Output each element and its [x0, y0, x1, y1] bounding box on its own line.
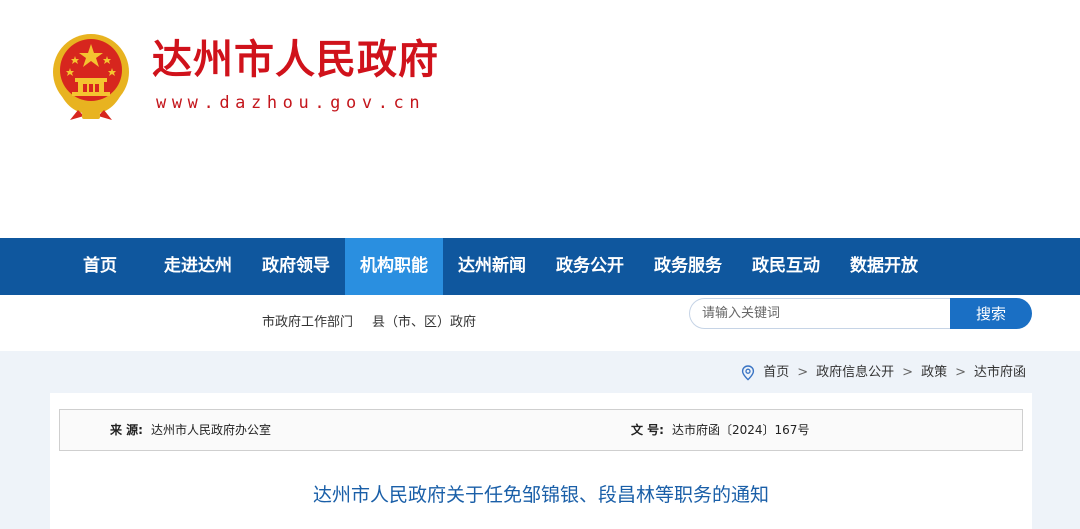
search-box: [689, 298, 951, 329]
breadcrumb-separator: >: [902, 365, 914, 380]
site-url: www.dazhou.gov.cn: [156, 93, 426, 113]
breadcrumb-separator: >: [955, 365, 966, 380]
document-number-value: 达市府函〔2024〕167号: [672, 423, 810, 437]
nav-item-open-data[interactable]: 数据开放: [841, 238, 927, 295]
document-title: 达州市人民政府关于任免邹锦银、段昌林等职务的通知: [312, 484, 769, 506]
nav-item-dazhou-news[interactable]: 达州新闻: [449, 238, 535, 295]
search-button[interactable]: 搜索: [950, 298, 1032, 329]
source-value: 达州市人民政府办公室: [151, 423, 272, 437]
breadcrumb-home[interactable]: 首页: [763, 363, 789, 383]
main-nav: 首页 走进达州 政府领导 机构职能 达州新闻 政务公开 政务服务 政民互动 数据…: [0, 238, 1080, 295]
search-input[interactable]: [702, 299, 942, 328]
subnav-link-city-departments[interactable]: 市政府工作部门: [262, 313, 353, 333]
breadcrumb-policy[interactable]: 政策: [921, 363, 947, 383]
nav-item-government-services[interactable]: 政务服务: [645, 238, 731, 295]
document-meta: 来 源: 达州市人民政府办公室 文 号: 达市府函〔2024〕167号: [59, 409, 1023, 451]
nav-item-public-interaction[interactable]: 政民互动: [743, 238, 829, 295]
nav-item-government-affairs-disclosure[interactable]: 政务公开: [547, 238, 633, 295]
location-pin-icon: [742, 365, 755, 381]
document-number-label: 文 号:: [631, 423, 664, 437]
national-emblem-icon[interactable]: [48, 30, 134, 120]
breadcrumb-current[interactable]: 达市府函: [974, 363, 1026, 383]
source-label: 来 源:: [110, 423, 143, 437]
nav-item-government-leaders[interactable]: 政府领导: [253, 238, 339, 295]
site-header: 达州市人民政府 www.dazhou.gov.cn: [0, 0, 1080, 238]
breadcrumb-info-disclosure[interactable]: 政府信息公开: [816, 363, 894, 383]
document-panel: 来 源: 达州市人民政府办公室 文 号: 达市府函〔2024〕167号 达州市人…: [50, 393, 1032, 529]
site-title[interactable]: 达州市人民政府: [152, 36, 439, 84]
breadcrumb: 首页 > 政府信息公开 > 政策 > 达市府函: [741, 363, 1026, 383]
nav-item-institutions[interactable]: 机构职能: [345, 238, 443, 295]
content-area: 首页 > 政府信息公开 > 政策 > 达市府函 来 源: 达州市人民政府办公室 …: [0, 351, 1080, 529]
breadcrumb-separator: >: [797, 365, 809, 380]
subnav-link-county-governments[interactable]: 县（市、区）政府: [372, 313, 476, 333]
nav-item-home[interactable]: 首页: [68, 238, 132, 295]
nav-item-about-dazhou[interactable]: 走进达州: [155, 238, 241, 295]
